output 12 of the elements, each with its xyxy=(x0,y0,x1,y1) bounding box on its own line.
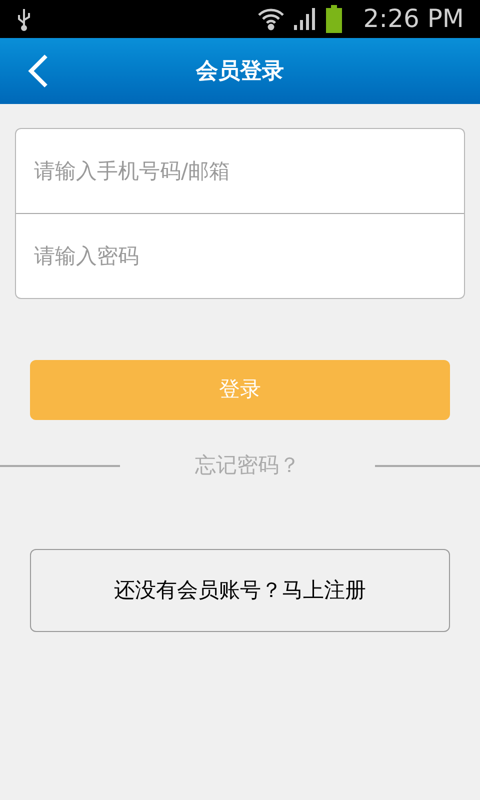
back-icon xyxy=(27,54,49,88)
battery-icon xyxy=(325,5,344,33)
login-button[interactable]: 登录 xyxy=(30,360,450,420)
forgot-password-link[interactable]: 忘记密码？ xyxy=(120,450,375,482)
status-time: 2:26 PM xyxy=(363,3,464,36)
register-button[interactable]: 还没有会员账号？马上注册 xyxy=(30,549,450,632)
wifi-icon xyxy=(257,7,286,31)
account-field[interactable]: 请输入手机号码/邮箱 xyxy=(15,128,465,213)
header-title: 会员登录 xyxy=(196,58,284,86)
signal-icon xyxy=(293,7,318,31)
password-field[interactable]: 请输入密码 xyxy=(15,214,465,299)
usb-icon xyxy=(16,7,32,31)
